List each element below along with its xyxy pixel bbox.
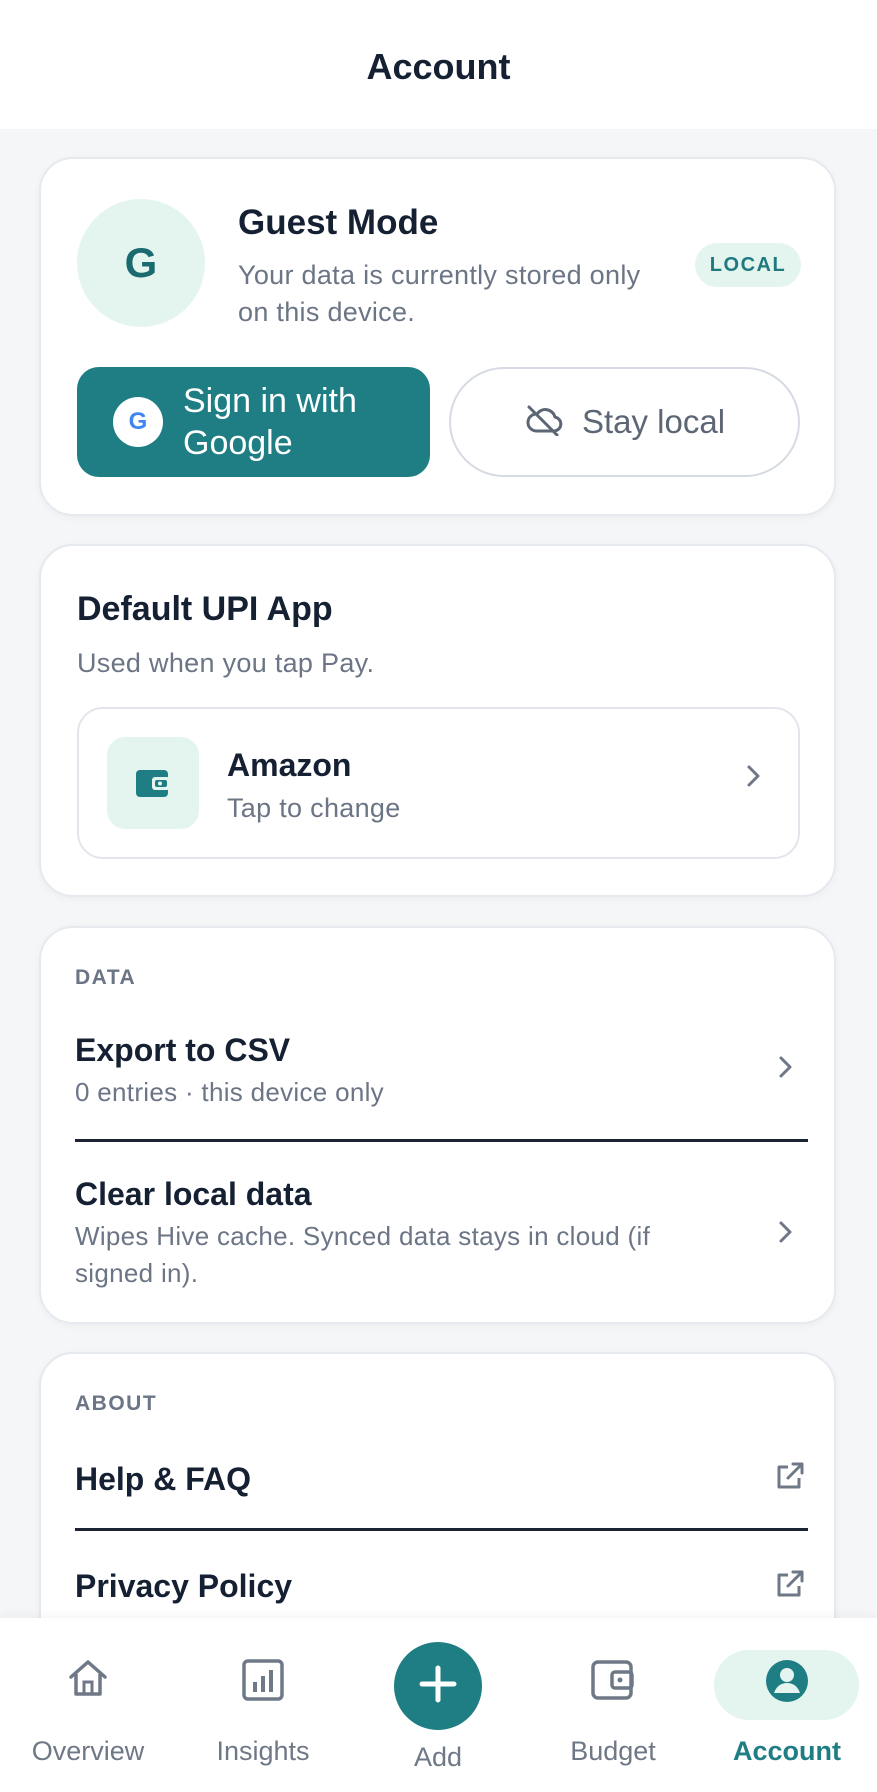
- external-link-icon: [774, 1568, 806, 1605]
- nav-insights[interactable]: Insights: [188, 1618, 338, 1792]
- clear-local-data-title: Clear local data: [75, 1176, 312, 1212]
- nav-add[interactable]: Add: [363, 1618, 513, 1792]
- bottom-navigation: Overview Insights Add Budget Account: [0, 1618, 877, 1792]
- local-badge: LOCAL: [695, 243, 801, 287]
- stay-local-button[interactable]: Stay local: [449, 367, 800, 477]
- chevron-right-icon: [777, 1054, 793, 1088]
- clear-local-data-subtitle: Wipes Hive cache. Synced data stays in c…: [75, 1221, 651, 1288]
- chevron-right-icon: [745, 763, 761, 797]
- data-section-overline: DATA: [75, 966, 137, 989]
- app-header: Account: [0, 0, 877, 129]
- nav-insights-label: Insights: [216, 1736, 310, 1766]
- nav-overview[interactable]: Overview: [13, 1618, 163, 1792]
- nav-add-label: Add: [413, 1742, 463, 1772]
- divider: [75, 1139, 808, 1142]
- nav-overview-label: Overview: [31, 1736, 145, 1766]
- help-faq-title: Help & FAQ: [75, 1461, 252, 1497]
- stay-local-label: Stay local: [581, 403, 726, 440]
- nav-budget[interactable]: Budget: [538, 1618, 688, 1792]
- about-section-overline: ABOUT: [75, 1392, 158, 1415]
- avatar: G: [77, 199, 205, 327]
- wallet-icon: [107, 737, 199, 829]
- upi-app-selector[interactable]: Amazon Tap to change: [77, 707, 800, 859]
- nav-budget-label: Budget: [570, 1736, 656, 1766]
- account-circle-icon: [764, 1658, 810, 1709]
- page-title: Account: [366, 45, 511, 87]
- default-upi-card: Default UPI App Used when you tap Pay. A…: [39, 544, 836, 897]
- data-section-card: DATA Export to CSV 0 entries · this devi…: [39, 926, 836, 1324]
- upi-app-name: Amazon: [227, 747, 352, 783]
- upi-section-subtitle: Used when you tap Pay.: [77, 648, 375, 678]
- guest-mode-description: Your data is currently stored only on th…: [238, 260, 641, 327]
- sign-in-google-button[interactable]: G Sign in with Google: [77, 367, 430, 477]
- nav-account[interactable]: Account: [712, 1618, 862, 1792]
- wallet-icon: [590, 1658, 636, 1707]
- privacy-policy-title: Privacy Policy: [75, 1568, 293, 1604]
- cloud-off-icon: [524, 404, 564, 441]
- sign-in-google-label: Sign in with Google: [183, 382, 357, 462]
- nav-account-label: Account: [733, 1736, 841, 1766]
- guest-mode-title: Guest Mode: [238, 203, 439, 242]
- upi-app-hint: Tap to change: [227, 793, 401, 823]
- upi-section-title: Default UPI App: [77, 590, 333, 628]
- google-icon: G: [113, 397, 163, 447]
- external-link-icon: [774, 1460, 806, 1497]
- export-csv-title: Export to CSV: [75, 1032, 291, 1068]
- insights-chart-icon: [241, 1658, 285, 1707]
- home-icon: [66, 1658, 110, 1703]
- export-csv-subtitle: 0 entries · this device only: [75, 1077, 384, 1107]
- guest-mode-card: G Guest Mode Your data is currently stor…: [39, 157, 836, 516]
- divider: [75, 1528, 808, 1531]
- chevron-right-icon: [777, 1219, 793, 1253]
